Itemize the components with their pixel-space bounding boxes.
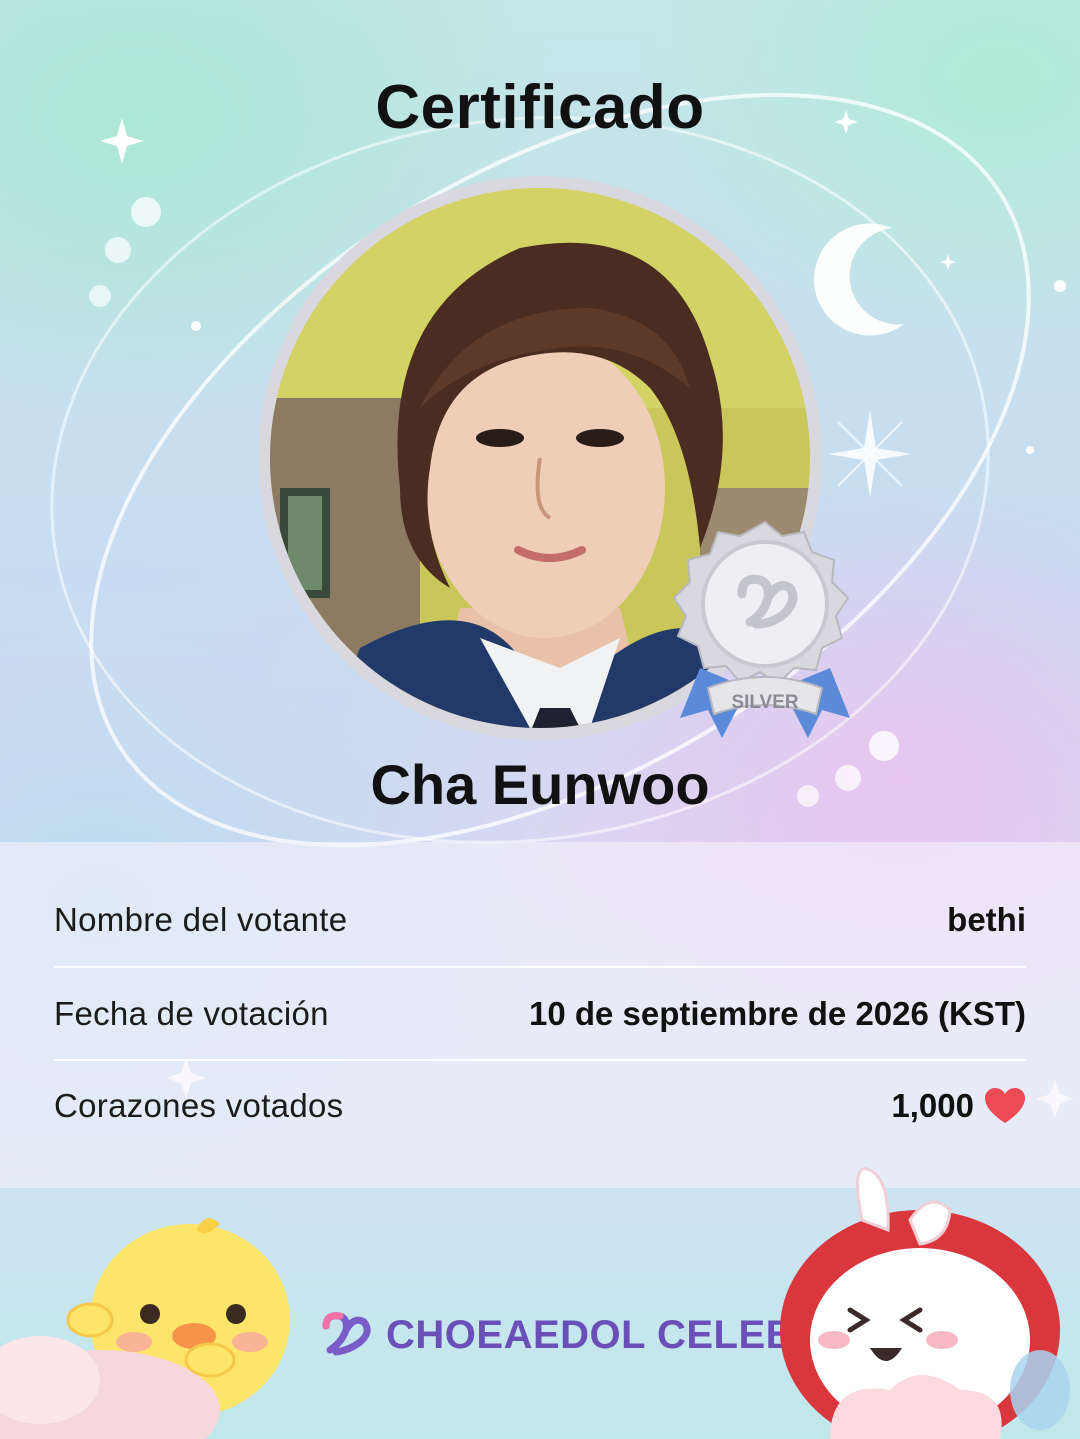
brand-logo-text: CHOEAEDOL CELEB bbox=[386, 1312, 796, 1357]
celebrity-name: Cha Eunwoo bbox=[370, 753, 710, 816]
chick-mascot bbox=[0, 1218, 290, 1439]
brand-logo: CHOEAEDOL CELEB bbox=[312, 1310, 795, 1360]
info-row-voter: Nombre del votante bethi bbox=[54, 874, 1026, 966]
info-row-date: Fecha de votación 10 de septiembre de 20… bbox=[54, 968, 1026, 1060]
hearts-voted-text: 1,000 bbox=[891, 1087, 974, 1124]
heart-icon bbox=[985, 1088, 1025, 1123]
vote-info-panel: Nombre del votante bethi Fecha de votaci… bbox=[0, 842, 1080, 1188]
silver-medal-badge: SILVER bbox=[672, 520, 850, 738]
certificate-title: Certificado bbox=[375, 73, 705, 142]
voter-name-label: Nombre del votante bbox=[54, 901, 348, 938]
voter-name-text: bethi bbox=[947, 901, 1026, 938]
vote-date-label: Fecha de votación bbox=[54, 995, 329, 1032]
badge-tier-label: SILVER bbox=[731, 692, 798, 713]
info-row-hearts: Corazones votados 1,000 bbox=[54, 1060, 1026, 1152]
vote-date-text: 10 de septiembre de 2026 (KST) bbox=[528, 995, 1026, 1032]
bunny-mascot bbox=[780, 1167, 1070, 1439]
hearts-voted-label: Corazones votados bbox=[54, 1087, 344, 1124]
voter-name-value: bethi bbox=[947, 901, 1026, 939]
brand-heart-icon bbox=[322, 1312, 371, 1356]
vote-date-value: 10 de septiembre de 2026 (KST) bbox=[529, 995, 1026, 1033]
certificate-page: Certificado SILVER Cha Eunwoo Nombre del… bbox=[0, 0, 1080, 1439]
hearts-voted-value: 1,000 bbox=[891, 1087, 1026, 1125]
